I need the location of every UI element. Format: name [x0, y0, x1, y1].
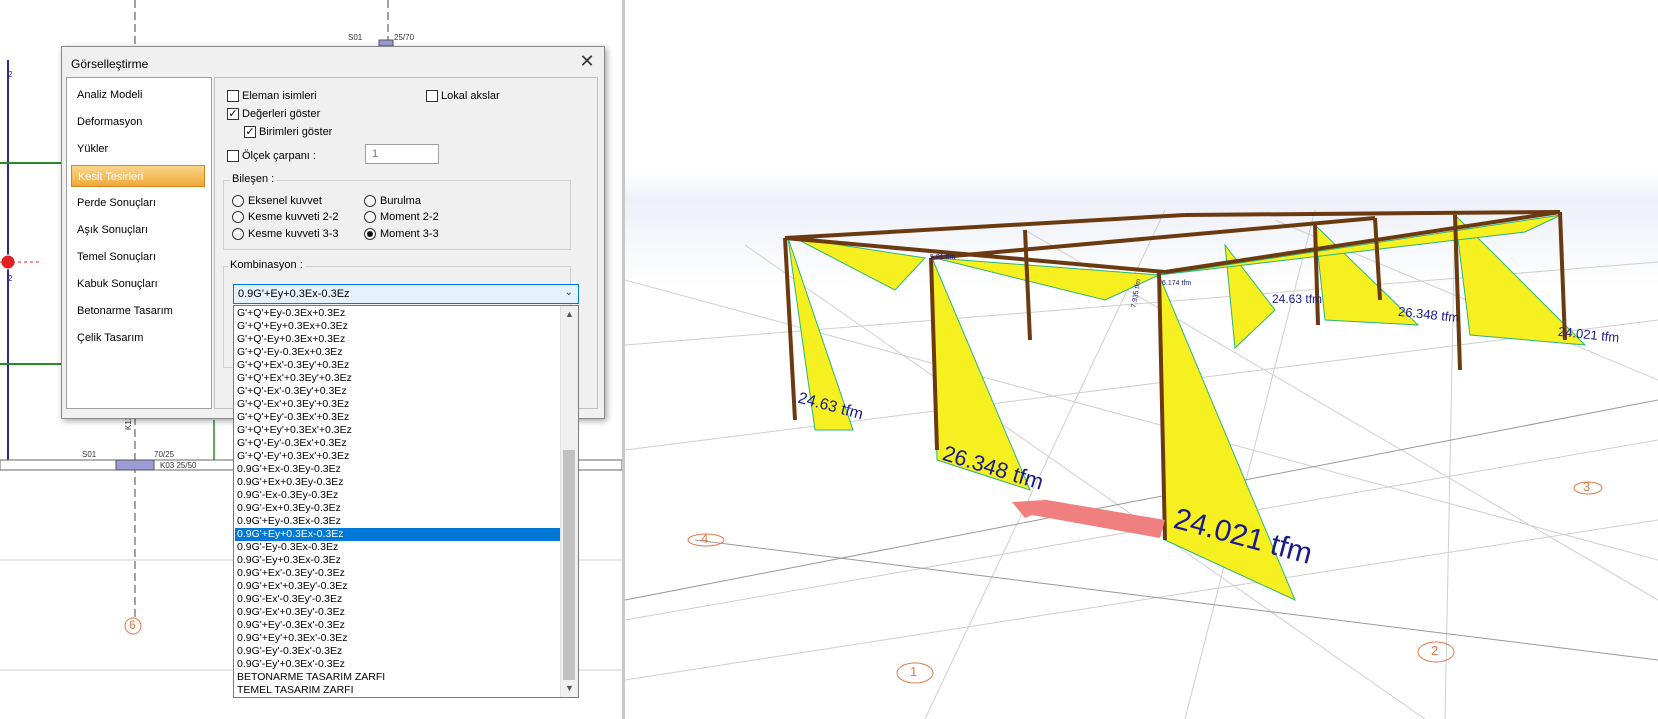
chevron-down-icon[interactable]: ⌄: [565, 287, 573, 298]
plan-label-beam-a: 70/25: [154, 450, 175, 459]
list-item[interactable]: TEMEL TASARIM ZARFI: [235, 684, 560, 697]
list-item[interactable]: G'+Q'-Ey+0.3Ex+0.3Ez: [235, 333, 560, 346]
kombinasyon-dropdown-list[interactable]: G'+Q'+Ey-0.3Ex+0.3Ez G'+Q'+Ey+0.3Ex+0.3E…: [233, 305, 579, 698]
nav-item-kesit-tesirleri[interactable]: Kesit Tesirleri: [71, 165, 205, 187]
radio-moment-22[interactable]: [364, 211, 376, 223]
radio-kesme-33[interactable]: [232, 228, 244, 240]
birimleri-goster-checkbox[interactable]: ✓: [244, 126, 256, 138]
list-item[interactable]: G'+Q'-Ey-0.3Ex+0.3Ez: [235, 346, 560, 359]
nav-item-analiz-modeli[interactable]: Analiz Modeli: [71, 84, 205, 106]
radio-moment-22-label: Moment 2-2: [380, 211, 439, 223]
list-item[interactable]: 0.9G'-Ey-0.3Ex-0.3Ez: [235, 541, 560, 554]
axis-label-3: 3: [1583, 479, 1591, 494]
list-item[interactable]: 0.9G'-Ex-0.3Ey-0.3Ez: [235, 489, 560, 502]
list-item[interactable]: G'+Q'+Ey'-0.3Ex'+0.3Ez: [235, 411, 560, 424]
list-item[interactable]: 0.9G'+Ey'-0.3Ex'-0.3Ez: [235, 619, 560, 632]
list-item[interactable]: 0.9G'-Ey+0.3Ex-0.3Ez: [235, 554, 560, 567]
olcek-carpani-checkbox[interactable]: [227, 150, 239, 162]
model-3d-view[interactable]: 24.021 tfm 26.348 tfm 24.63 tfm 24.63 tf…: [625, 0, 1658, 719]
list-item[interactable]: 0.9G'-Ey'-0.3Ex'-0.3Ez: [235, 645, 560, 658]
radio-burulma-label: Burulma: [380, 195, 421, 207]
olcek-carpani-label: Ölçek çarpanı :: [242, 150, 316, 162]
kombinasyon-title: Kombinasyon :: [228, 259, 305, 271]
radio-moment-33-label: Moment 3-3: [380, 228, 439, 240]
degerleri-goster-label: Değerleri göster: [242, 108, 321, 120]
moment-label-back-a: 24.63 tfm: [1272, 292, 1323, 306]
plan-label-num-b: 2: [8, 274, 13, 283]
radio-kesme-22-label: Kesme kuvveti 2-2: [248, 211, 339, 223]
nav-item-kabuk-sonuclari[interactable]: Kabuk Sonuçları: [71, 273, 205, 295]
list-item[interactable]: 0.9G'+Ex+0.3Ey-0.3Ez: [235, 476, 560, 489]
olcek-carpani-input[interactable]: 1: [365, 144, 439, 164]
nav-item-yukler[interactable]: Yükler: [71, 138, 205, 160]
list-item[interactable]: G'+Q'+Ey'+0.3Ex'+0.3Ez: [235, 424, 560, 437]
list-item[interactable]: 0.9G'-Ex'-0.3Ey'-0.3Ez: [235, 593, 560, 606]
list-item-selected[interactable]: 0.9G'+Ey+0.3Ex-0.3Ez: [235, 528, 560, 541]
plan-label-s01-top: S01: [348, 33, 363, 42]
radio-kesme-33-label: Kesme kuvveti 3-3: [248, 228, 339, 240]
plan-label-s01-bottom: S01: [82, 450, 97, 459]
list-item[interactable]: 0.9G'-Ey'+0.3Ex'-0.3Ez: [235, 658, 560, 671]
model-3d-drawing: [625, 209, 1658, 719]
kombinasyon-value: 0.9G'+Ey+0.3Ex-0.3Ez: [238, 288, 350, 300]
nav-item-celik-tasarim[interactable]: Çelik Tasarım: [71, 327, 205, 349]
list-item[interactable]: G'+Q'-Ey'+0.3Ex'+0.3Ez: [235, 450, 560, 463]
dialog-title: Görselleştirme: [71, 57, 149, 71]
radio-moment-33[interactable]: [364, 228, 376, 240]
axis-bubble-6: 6: [129, 618, 136, 632]
scrollbar-thumb[interactable]: [563, 450, 575, 680]
list-item[interactable]: G'+Q'-Ex'+0.3Ey'+0.3Ez: [235, 398, 560, 411]
list-item[interactable]: 0.9G'+Ey'+0.3Ex'-0.3Ez: [235, 632, 560, 645]
dialog-nav: Analiz Modeli Deformasyon Yükler Kesit T…: [66, 77, 212, 409]
radio-kesme-22[interactable]: [232, 211, 244, 223]
list-item[interactable]: G'+Q'+Ey+0.3Ex+0.3Ez: [235, 320, 560, 333]
plan-label-num-a: 2: [8, 70, 13, 79]
nav-item-asik-sonuclari[interactable]: Aşık Sonuçları: [71, 219, 205, 241]
nav-item-deformasyon[interactable]: Deformasyon: [71, 111, 205, 133]
radio-eksenel-kuvvet[interactable]: [232, 195, 244, 207]
kombinasyon-select[interactable]: 0.9G'+Ey+0.3Ex-0.3Ez ⌄: [233, 284, 579, 304]
list-item[interactable]: 0.9G'+Ex'+0.3Ey'-0.3Ez: [235, 580, 560, 593]
bilesen-title: Bileşen :: [230, 173, 277, 185]
scroll-down-icon[interactable]: ▼: [561, 680, 578, 697]
list-item[interactable]: 0.9G'+Ex'-0.3Ey'-0.3Ez: [235, 567, 560, 580]
moment-label-small-a: 6.174 tfm: [1162, 280, 1192, 287]
lokal-akslar-label: Lokal akslar: [441, 90, 500, 102]
eleman-isimleri-label: Eleman isimleri: [242, 90, 317, 102]
axis-label-1: 1: [910, 664, 918, 679]
moment-label-small-c: 5.81 tfm: [930, 254, 956, 261]
list-item[interactable]: G'+Q'-Ey'-0.3Ex'+0.3Ez: [235, 437, 560, 450]
lokal-akslar-checkbox[interactable]: [426, 90, 438, 102]
list-item[interactable]: BETONARME TASARIM ZARFI: [235, 671, 560, 684]
nav-item-perde-sonuclari[interactable]: Perde Sonuçları: [71, 192, 205, 214]
list-item[interactable]: G'+Q'+Ey-0.3Ex+0.3Ez: [235, 307, 560, 320]
list-item[interactable]: 0.9G'+Ey-0.3Ex-0.3Ez: [235, 515, 560, 528]
list-item[interactable]: 0.9G'+Ex-0.3Ey-0.3Ez: [235, 463, 560, 476]
nav-item-betonarme-tasarim[interactable]: Betonarme Tasarım: [71, 300, 205, 322]
dropdown-scrollbar[interactable]: ▲ ▼: [560, 306, 578, 697]
plan-label-beam-top: 25/70: [394, 33, 415, 42]
axis-label-2: 2: [1431, 643, 1439, 658]
birimleri-goster-label: Birimleri göster: [259, 126, 333, 138]
nav-item-temel-sonuclari[interactable]: Temel Sonuçları: [71, 246, 205, 268]
list-item[interactable]: 0.9G'-Ex+0.3Ey-0.3Ez: [235, 502, 560, 515]
list-item[interactable]: G'+Q'-Ex'-0.3Ey'+0.3Ez: [235, 385, 560, 398]
degerleri-goster-checkbox[interactable]: ✓: [227, 108, 239, 120]
radio-burulma[interactable]: [364, 195, 376, 207]
eleman-isimleri-checkbox[interactable]: [227, 90, 239, 102]
radio-eksenel-kuvvet-label: Eksenel kuvvet: [248, 195, 322, 207]
plan-label-beam-b: K03 25/50: [160, 461, 197, 470]
list-item[interactable]: 0.9G'-Ex'+0.3Ey'-0.3Ez: [235, 606, 560, 619]
list-item[interactable]: G'+Q'+Ex'-0.3Ey'+0.3Ez: [235, 359, 560, 372]
close-icon[interactable]: ✕: [576, 52, 598, 72]
axis-label-4: 4: [701, 531, 709, 546]
list-item[interactable]: G'+Q'+Ex'+0.3Ey'+0.3Ez: [235, 372, 560, 385]
scroll-up-icon[interactable]: ▲: [561, 306, 578, 323]
